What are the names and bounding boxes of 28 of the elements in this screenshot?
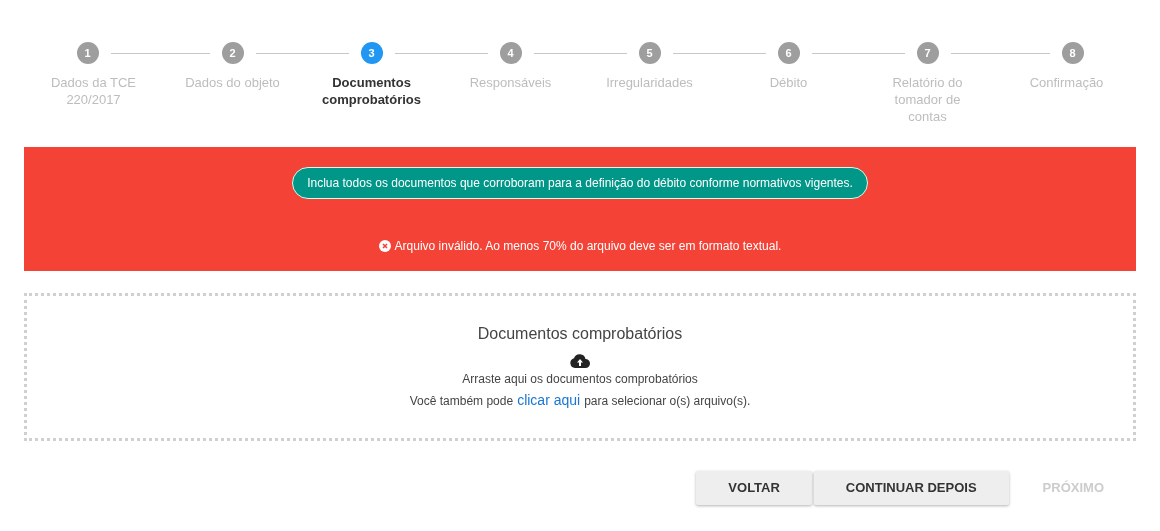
error-message: Arquivo inválido. Ao menos 70% do arquivo deve ser em formato textual. bbox=[394, 238, 782, 255]
step-number[interactable]: 7 bbox=[916, 42, 939, 64]
select-files-link[interactable]: clicar aqui bbox=[517, 390, 581, 411]
dropzone-instruction: Arraste aqui os documentos comprobatórios bbox=[462, 371, 698, 388]
step-number[interactable]: 4 bbox=[499, 42, 522, 64]
dropzone-text: Você também pode bbox=[409, 393, 514, 410]
step-label[interactable]: Irregularidades bbox=[599, 74, 700, 91]
dropzone-text: para selecionar o(s) arquivo(s). bbox=[584, 393, 751, 410]
action-button[interactable]: CONTINUAR DEPOIS bbox=[813, 471, 1009, 505]
error-icon bbox=[378, 240, 391, 252]
step-label[interactable]: Dados do objeto bbox=[182, 74, 283, 91]
step-number[interactable]: 6 bbox=[777, 42, 800, 64]
step-label[interactable]: Documentos comprobatórios bbox=[321, 74, 422, 108]
step-label[interactable]: Responsáveis bbox=[460, 74, 561, 91]
step-label[interactable]: Confirmação bbox=[1016, 74, 1117, 91]
step-number[interactable]: 5 bbox=[638, 42, 661, 64]
dropzone-title: Documentos comprobatórios bbox=[477, 324, 683, 344]
step-label[interactable]: Relatório do tomador de contas bbox=[877, 74, 978, 125]
step-number[interactable]: 3 bbox=[360, 42, 383, 64]
step-label[interactable]: Dados da TCE 220/2017 bbox=[43, 74, 144, 108]
drop-zone[interactable]: Documentos comprobatórios Arraste aqui os documentos comprobatórios Você também pode clicar aqui para selecionar o(s) arquivo(s). bbox=[24, 293, 1136, 441]
step-number[interactable]: 8 bbox=[1061, 42, 1084, 64]
action-button[interactable]: VOLTAR bbox=[696, 471, 812, 505]
hint-pill: Inclua todos os documentos que corroboram para a definição do débito conforme normativos vigentes. bbox=[292, 167, 868, 199]
step-number[interactable]: 2 bbox=[221, 42, 244, 64]
upload-cloud-icon bbox=[570, 354, 590, 368]
step-number[interactable]: 1 bbox=[76, 42, 99, 64]
step-label[interactable]: Débito bbox=[738, 74, 839, 91]
